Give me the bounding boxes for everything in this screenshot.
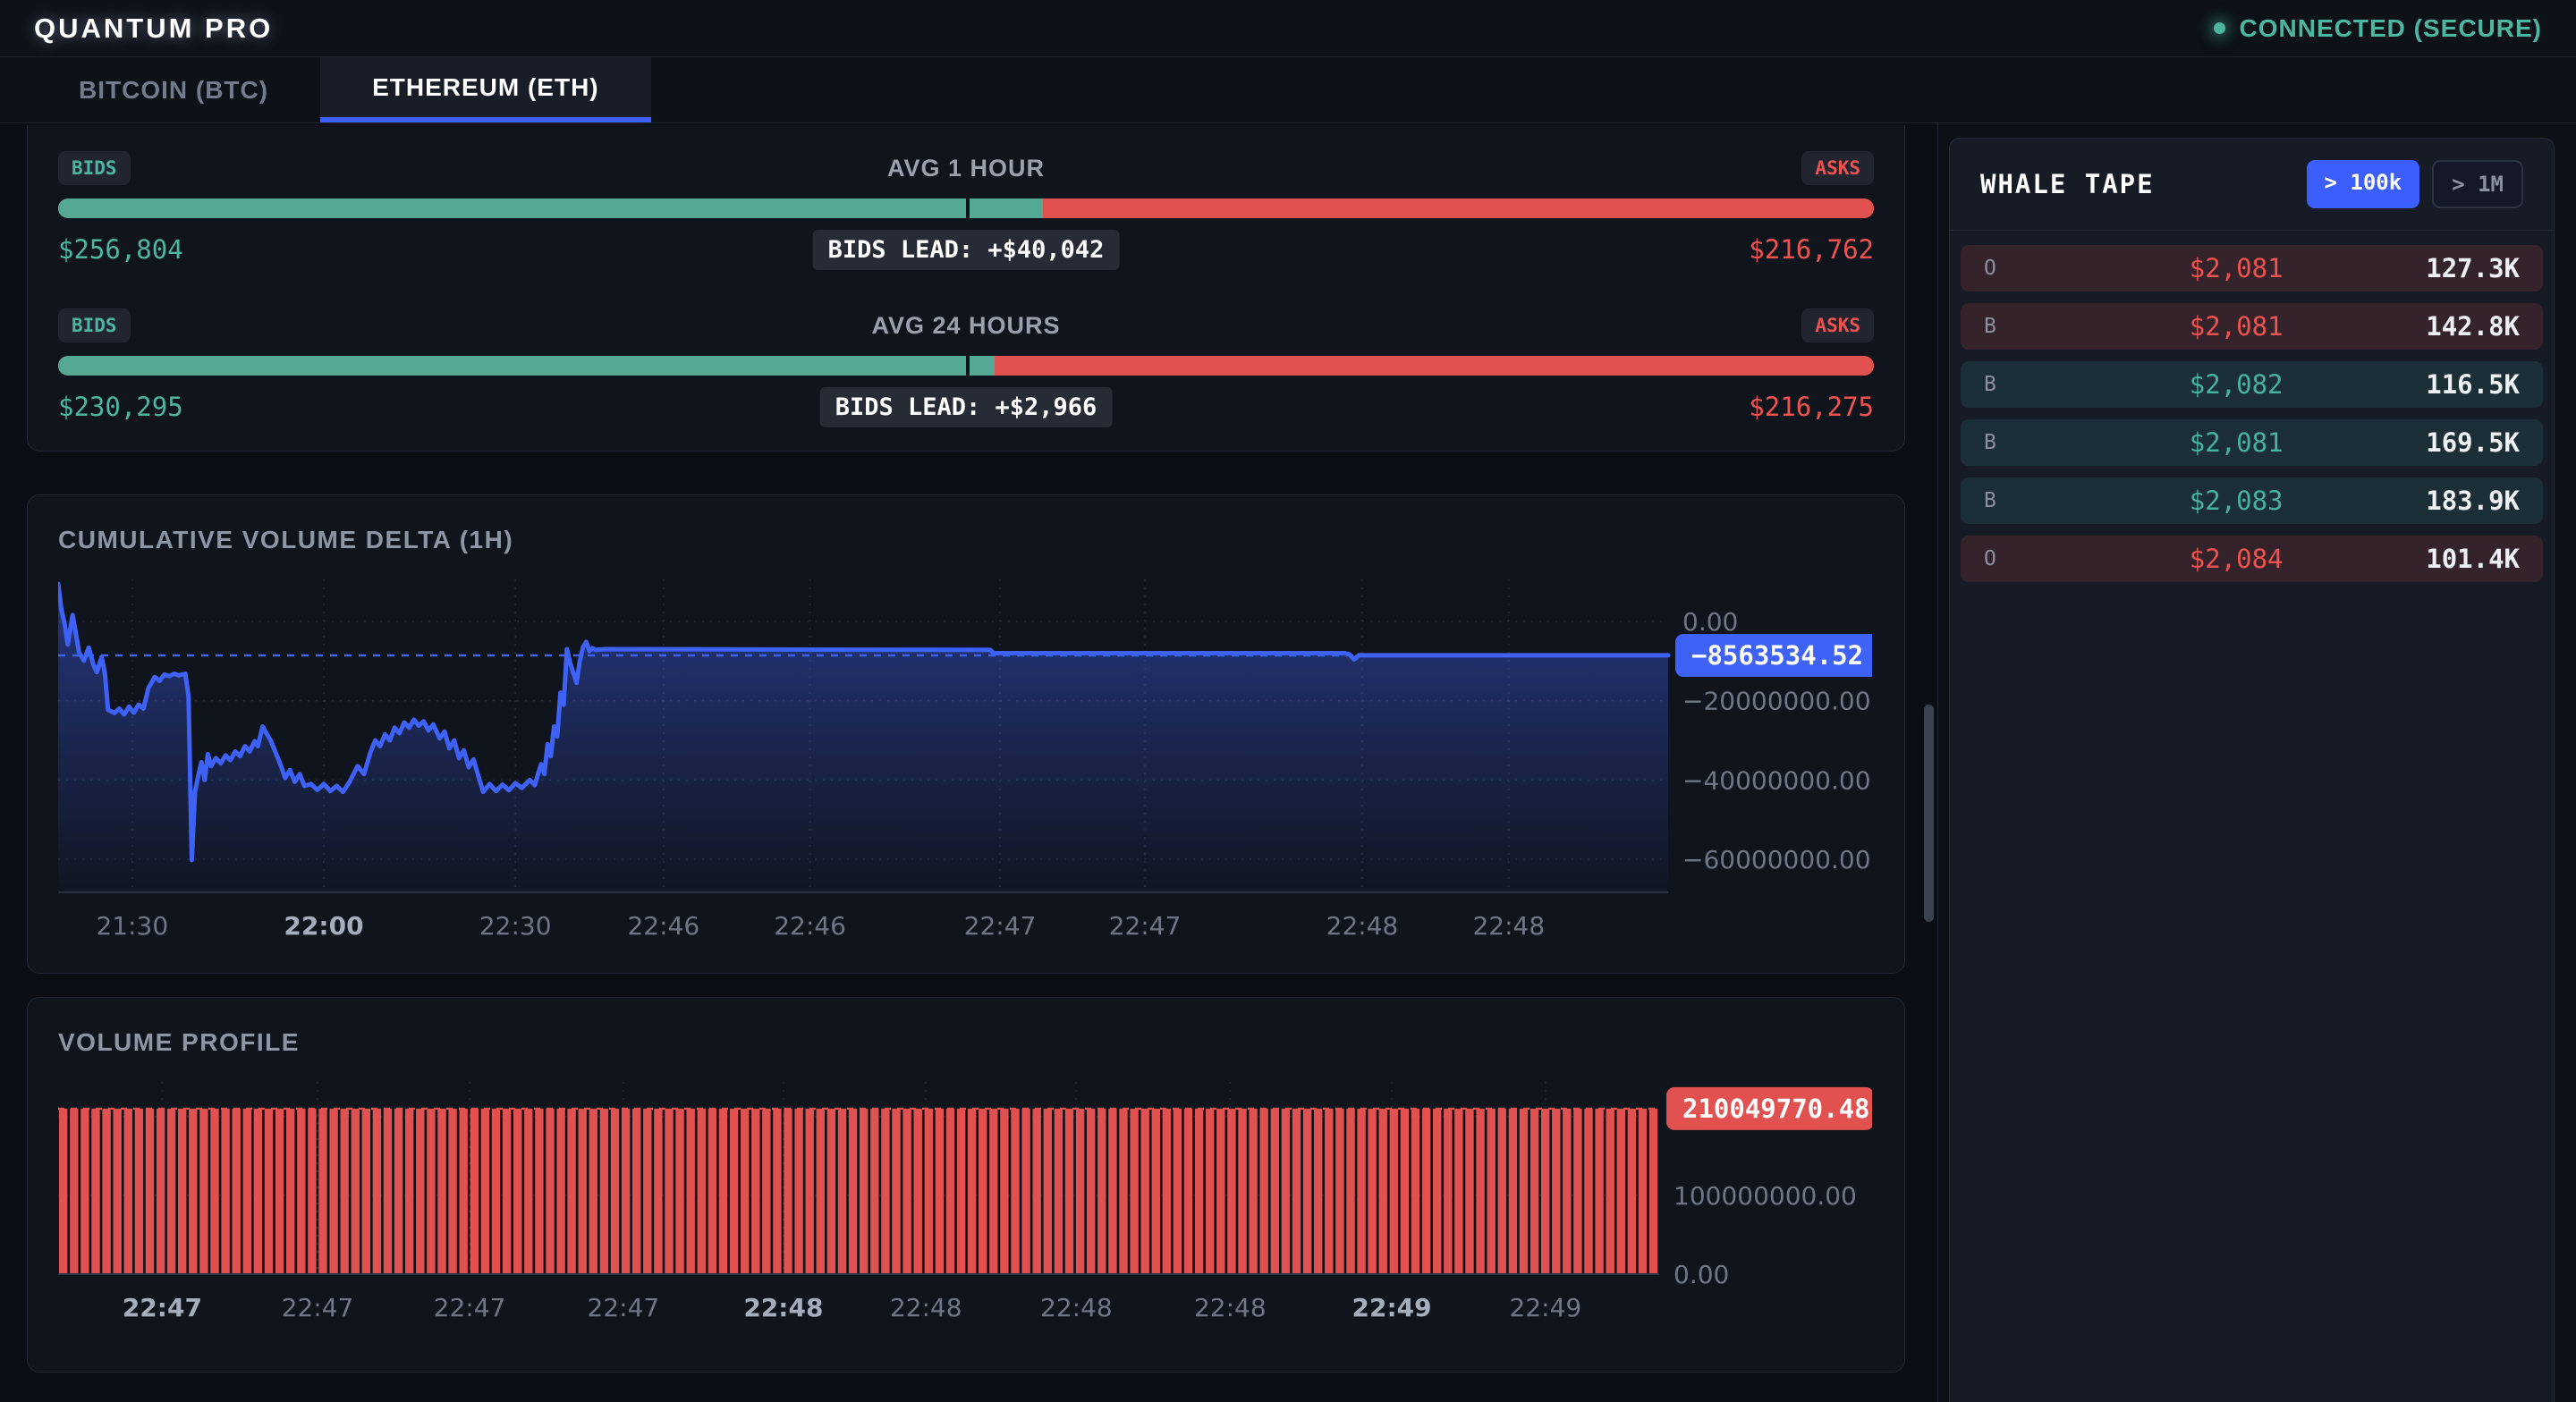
trade-price: $2,083 [2046, 486, 2426, 516]
asks-bar-segment [995, 356, 1874, 376]
bids-badge: BIDS [58, 308, 131, 342]
whale-tape-filters: > 100k > 1M [2307, 160, 2524, 208]
trade-price: $2,084 [2046, 544, 2426, 574]
svg-text:22:48: 22:48 [743, 1293, 823, 1322]
svg-text:22:46: 22:46 [627, 911, 699, 941]
svg-text:22:47: 22:47 [964, 911, 1037, 941]
app-title: QUANTUM PRO [34, 13, 273, 45]
bids-badge: BIDS [58, 151, 131, 185]
svg-text:21:30: 21:30 [96, 911, 168, 941]
trade-side-label: O [1984, 257, 2046, 280]
volume-profile-title: VOLUME PROFILE [58, 1028, 1874, 1057]
filter-100k-button[interactable]: > 100k [2307, 160, 2420, 208]
svg-text:22:00: 22:00 [284, 911, 363, 941]
svg-text:22:48: 22:48 [1472, 911, 1545, 941]
cvd-panel: CUMULATIVE VOLUME DELTA (1H) 0.00 −200000… [27, 494, 1905, 974]
order-flow-panel: BIDS AVG 1 HOUR ASKS $256,804 BIDS LEAD:… [27, 125, 1905, 452]
trade-price: $2,081 [2046, 311, 2426, 342]
asks-badge: ASKS [1801, 151, 1874, 185]
trade-side-label: B [1984, 315, 2046, 338]
svg-text:100000000.00: 100000000.00 [1674, 1181, 1857, 1211]
asks-total-value: $216,762 [1749, 234, 1874, 265]
bids-total-value: $256,804 [58, 234, 183, 265]
bids-total-value: $230,295 [58, 392, 183, 422]
whale-tape-title: WHALE TAPE [1980, 169, 2155, 199]
filter-1m-button[interactable]: > 1M [2432, 160, 2523, 208]
svg-text:22:30: 22:30 [479, 911, 552, 941]
svg-text:22:47: 22:47 [588, 1293, 660, 1322]
cvd-chart: 0.00 −20000000.00 −40000000.00 −60000000.00… [58, 579, 1872, 946]
trade-side-label: B [1984, 373, 2046, 396]
bids-bar-segment [58, 356, 995, 376]
svg-text:210049770.48: 210049770.48 [1682, 1094, 1870, 1124]
svg-text:0.00: 0.00 [1674, 1260, 1729, 1289]
bids-lead-badge: BIDS LEAD: +$2,966 [820, 387, 1113, 427]
svg-text:−40000000.00: −40000000.00 [1682, 765, 1871, 795]
trade-price: $2,082 [2046, 369, 2426, 400]
svg-text:−60000000.00: −60000000.00 [1682, 845, 1871, 874]
trade-size: 101.4K [2426, 544, 2520, 574]
whale-tape-sidebar: WHALE TAPE > 100k > 1M O$2,081127.3KB$2,… [1937, 123, 2576, 1402]
trade-side-label: O [1984, 547, 2046, 570]
trade-price: $2,081 [2046, 427, 2426, 458]
svg-text:22:47: 22:47 [1109, 911, 1182, 941]
cvd-title: CUMULATIVE VOLUME DELTA (1H) [58, 526, 1874, 554]
svg-text:22:47: 22:47 [434, 1293, 506, 1322]
flow-title: AVG 24 HOURS [871, 312, 1060, 340]
svg-text:22:48: 22:48 [1326, 911, 1399, 941]
tape-row: B$2,081169.5K [1961, 419, 2543, 466]
svg-text:22:46: 22:46 [774, 911, 846, 941]
svg-text:0.00: 0.00 [1682, 607, 1738, 637]
trade-side-label: B [1984, 489, 2046, 512]
svg-text:22:48: 22:48 [890, 1293, 962, 1322]
connection-status: CONNECTED (SECURE) [2214, 14, 2542, 43]
trade-size: 142.8K [2426, 311, 2520, 342]
center-marker [966, 198, 970, 218]
asks-total-value: $216,275 [1749, 392, 1874, 422]
bids-lead-badge: BIDS LEAD: +$40,042 [813, 230, 1120, 270]
tape-row: O$2,084101.4K [1961, 536, 2543, 582]
avg-1-hour-group: BIDS AVG 1 HOUR ASKS $256,804 BIDS LEAD:… [58, 148, 1874, 268]
trade-size: 169.5K [2426, 427, 2520, 458]
bid-ask-ratio-bar [58, 356, 1874, 376]
asks-bar-segment [1043, 198, 1874, 218]
trade-side-label: B [1984, 431, 2046, 454]
asks-badge: ASKS [1801, 308, 1874, 342]
svg-text:22:49: 22:49 [1510, 1293, 1582, 1322]
volume-profile-panel: VOLUME PROFILE 200000000.00100000000.000… [27, 997, 1905, 1372]
trade-size: 183.9K [2426, 486, 2520, 516]
volume-profile-chart: 200000000.00100000000.000.0022:4722:4722… [58, 1082, 1872, 1325]
avg-24-hours-group: BIDS AVG 24 HOURS ASKS $230,295 BIDS LEA… [58, 306, 1874, 426]
svg-text:22:48: 22:48 [1040, 1293, 1113, 1322]
bid-ask-ratio-bar [58, 198, 1874, 218]
tape-row: B$2,082116.5K [1961, 361, 2543, 408]
center-marker [966, 356, 970, 376]
trade-price: $2,081 [2046, 253, 2426, 283]
svg-text:22:47: 22:47 [282, 1293, 354, 1322]
connection-dot-icon [2214, 22, 2225, 34]
tape-row: O$2,081127.3K [1961, 245, 2543, 291]
whale-tape-card: WHALE TAPE > 100k > 1M O$2,081127.3KB$2,… [1949, 138, 2555, 1402]
tape-row: B$2,083183.9K [1961, 477, 2543, 524]
svg-text:−20000000.00: −20000000.00 [1682, 687, 1871, 716]
bids-bar-segment [58, 198, 1043, 218]
connection-status-label: CONNECTED (SECURE) [2240, 14, 2542, 43]
svg-text:−8563534.52: −8563534.52 [1691, 640, 1863, 671]
svg-text:22:48: 22:48 [1194, 1293, 1267, 1322]
top-bar: QUANTUM PRO CONNECTED (SECURE) [0, 0, 2576, 57]
flow-title: AVG 1 HOUR [887, 155, 1045, 182]
trade-size: 127.3K [2426, 253, 2520, 283]
tab-ethereum[interactable]: ETHEREUM (ETH) [320, 57, 651, 122]
tab-bar: BITCOIN (BTC) ETHEREUM (ETH) [0, 57, 2576, 123]
tape-row: B$2,081142.8K [1961, 303, 2543, 350]
whale-tape-rows: O$2,081127.3KB$2,081142.8KB$2,082116.5KB… [1950, 231, 2554, 608]
tab-bitcoin[interactable]: BITCOIN (BTC) [27, 57, 320, 122]
main-column: BIDS AVG 1 HOUR ASKS $256,804 BIDS LEAD:… [0, 123, 1937, 1402]
vertical-scrollbar-thumb[interactable] [1924, 705, 1934, 922]
svg-text:22:47: 22:47 [123, 1293, 202, 1322]
svg-text:22:49: 22:49 [1352, 1293, 1432, 1322]
trade-size: 116.5K [2426, 369, 2520, 400]
